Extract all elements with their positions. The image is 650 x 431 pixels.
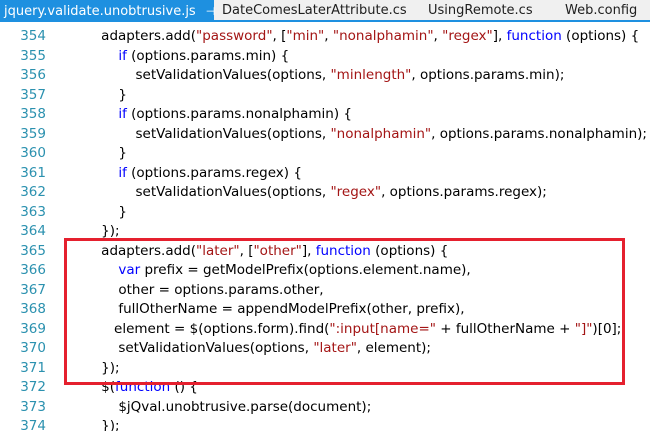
code-token: (options.params.min) { bbox=[126, 47, 290, 64]
code-token: (options) { bbox=[561, 28, 640, 44]
tab-jquery-validate-unobtrusive[interactable]: jquery.validate.unobtrusive.js ⊣ ✕ bbox=[0, 0, 233, 23]
line-number: 357 bbox=[20, 86, 46, 103]
code-line[interactable]: 363 } bbox=[0, 203, 650, 223]
line-number: 358 bbox=[20, 106, 46, 122]
keyword-token: if bbox=[118, 106, 127, 122]
code-token: adapters.add( bbox=[84, 28, 197, 44]
code-line[interactable]: 360 } bbox=[0, 144, 650, 164]
code-text: if (options.params.nonalphamin) { bbox=[84, 105, 352, 125]
code-token: setValidationValues(options, bbox=[84, 184, 331, 200]
code-line[interactable]: 374 }); bbox=[0, 417, 650, 431]
code-text: if (options.params.min) { bbox=[84, 47, 289, 67]
code-token: setValidationValues(options, bbox=[84, 125, 331, 142]
line-number: 359 bbox=[20, 125, 46, 142]
code-line[interactable]: 354 adapters.add("password", ["min", "no… bbox=[0, 27, 650, 47]
pin-icon[interactable]: ⊣ bbox=[206, 1, 216, 23]
line-number: 374 bbox=[20, 418, 46, 431]
tab-label: UsingRemote.cs bbox=[428, 3, 533, 18]
line-number: 367 bbox=[20, 281, 46, 298]
code-text: adapters.add("password", ["min", "nonalp… bbox=[84, 27, 639, 47]
code-line[interactable]: 357 } bbox=[0, 86, 650, 106]
tab-label: Web.config bbox=[565, 3, 638, 18]
code-token: , options.params.nonalphamin); bbox=[431, 125, 647, 142]
string-token: "min" bbox=[286, 28, 325, 44]
code-text: setValidationValues(options, "regex", op… bbox=[84, 183, 547, 203]
line-number: 363 bbox=[20, 203, 46, 220]
code-text: if (options.params.regex) { bbox=[84, 164, 302, 184]
editor-tab-strip: jquery.validate.unobtrusive.js ⊣ ✕ DateCom… bbox=[0, 0, 650, 22]
line-number: 369 bbox=[20, 320, 46, 337]
code-text: setValidationValues(options, "minlength"… bbox=[84, 66, 564, 86]
line-number: 371 bbox=[20, 359, 46, 376]
code-text: } bbox=[84, 86, 127, 106]
tab-label: jquery.validate.unobtrusive.js bbox=[4, 4, 196, 19]
string-token: "nonalphamin" bbox=[332, 28, 434, 44]
code-text: } bbox=[84, 144, 127, 164]
line-number: 366 bbox=[20, 262, 46, 278]
string-token: "password" bbox=[196, 28, 273, 44]
code-token: } bbox=[84, 86, 127, 103]
line-number: 361 bbox=[20, 164, 46, 181]
code-token: } bbox=[84, 203, 127, 220]
keyword-token: function bbox=[506, 28, 562, 44]
line-number: 372 bbox=[20, 379, 46, 395]
tab-label: DateComesLaterAttribute.cs bbox=[222, 3, 407, 18]
code-text: $jQval.unobtrusive.parse(document); bbox=[84, 398, 371, 418]
code-token: } bbox=[84, 145, 127, 161]
code-token: , options.params.min); bbox=[411, 67, 565, 83]
code-line[interactable]: 362 setValidationValues(options, "regex"… bbox=[0, 183, 650, 203]
code-line[interactable]: 356 setValidationValues(options, "minlen… bbox=[0, 66, 650, 86]
line-number: 370 bbox=[20, 340, 46, 356]
code-token: (options.params.nonalphamin) { bbox=[126, 106, 352, 122]
code-token: , options.params.regex); bbox=[381, 184, 547, 200]
string-token: "minlength" bbox=[330, 67, 412, 83]
code-token: setValidationValues(options, bbox=[84, 67, 331, 83]
line-number: 373 bbox=[20, 398, 46, 415]
code-token: }); bbox=[84, 223, 120, 239]
code-text: }); bbox=[84, 417, 120, 431]
code-token: }); bbox=[84, 418, 120, 431]
code-token: , [ bbox=[272, 28, 287, 44]
line-number: 360 bbox=[20, 145, 46, 161]
string-token: "nonalphamin" bbox=[330, 125, 432, 142]
string-token: "regex" bbox=[330, 184, 382, 200]
line-number: 355 bbox=[20, 47, 46, 64]
line-number: 364 bbox=[20, 223, 46, 239]
line-number: 368 bbox=[20, 301, 46, 317]
highlight-box bbox=[64, 238, 625, 385]
line-number: 362 bbox=[20, 184, 46, 200]
keyword-token: if bbox=[118, 164, 127, 181]
string-token: "regex" bbox=[442, 28, 493, 44]
line-number: 365 bbox=[20, 242, 46, 259]
code-line[interactable]: 359 setValidationValues(options, "nonalp… bbox=[0, 125, 650, 145]
code-line[interactable]: 358 if (options.params.nonalphamin) { bbox=[0, 105, 650, 125]
code-text: } bbox=[84, 203, 127, 223]
code-token: , bbox=[324, 28, 333, 44]
tab-web-config[interactable]: Web.config bbox=[565, 0, 637, 22]
tab-date-comes-later-attribute[interactable]: DateComesLaterAttribute.cs bbox=[222, 0, 407, 22]
code-token: , bbox=[433, 28, 443, 44]
code-token: $jQval.unobtrusive.parse(document); bbox=[84, 398, 372, 415]
code-line[interactable]: 373 $jQval.unobtrusive.parse(document); bbox=[0, 398, 650, 418]
code-text: setValidationValues(options, "nonalphami… bbox=[84, 125, 647, 145]
code-line[interactable]: 361 if (options.params.regex) { bbox=[0, 164, 650, 184]
code-token: ], bbox=[492, 28, 507, 44]
keyword-token: if bbox=[118, 47, 127, 64]
code-line[interactable]: 355 if (options.params.min) { bbox=[0, 47, 650, 67]
code-token: (options.params.regex) { bbox=[126, 164, 302, 181]
line-number: 356 bbox=[20, 67, 46, 83]
line-number: 354 bbox=[20, 28, 46, 44]
tab-using-remote[interactable]: UsingRemote.cs bbox=[428, 0, 533, 22]
